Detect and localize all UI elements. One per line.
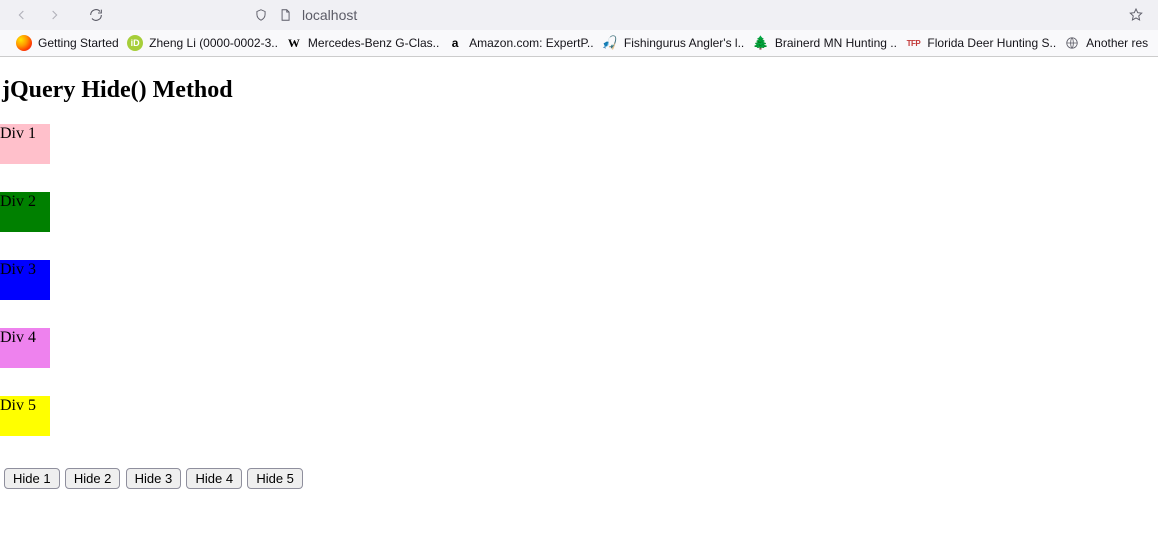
- forward-button[interactable]: [40, 3, 68, 27]
- url-text: localhost: [302, 7, 357, 23]
- bookmark-amazon[interactable]: a Amazon.com: ExpertP...: [439, 33, 594, 53]
- hide-2-button[interactable]: Hide 2: [65, 468, 121, 489]
- div-2: Div 2: [0, 192, 50, 232]
- hide-1-button[interactable]: Hide 1: [4, 468, 60, 489]
- hide-3-button[interactable]: Hide 3: [126, 468, 182, 489]
- globe-icon: [1064, 35, 1080, 51]
- div-4: Div 4: [0, 328, 50, 368]
- orcid-icon: iD: [127, 35, 143, 51]
- amazon-icon: a: [447, 35, 463, 51]
- bookmark-mercedes[interactable]: W Mercedes-Benz G-Clas...: [278, 33, 439, 53]
- page-content: jQuery Hide() Method Div 1 Div 2 Div 3 D…: [0, 77, 1158, 493]
- div-1: Div 1: [0, 124, 50, 164]
- tfp-icon: TFP: [905, 35, 921, 51]
- bookmark-label: Zheng Li (0000-0002-3...: [149, 36, 278, 50]
- bookmark-florida-deer[interactable]: TFP Florida Deer Hunting S...: [897, 33, 1056, 53]
- bookmark-brainerd[interactable]: 🌲 Brainerd MN Hunting ...: [745, 33, 898, 53]
- shield-icon: [254, 8, 268, 22]
- div-5: Div 5: [0, 396, 50, 436]
- bookmark-getting-started[interactable]: Getting Started: [8, 33, 119, 53]
- bookmark-label: Getting Started: [38, 36, 119, 50]
- refresh-button[interactable]: [82, 3, 110, 27]
- bookmark-label: Amazon.com: ExpertP...: [469, 36, 594, 50]
- back-button[interactable]: [8, 3, 36, 27]
- hide-5-button[interactable]: Hide 5: [247, 468, 303, 489]
- bookmark-label: Florida Deer Hunting S...: [927, 36, 1056, 50]
- arrow-left-icon: [14, 7, 30, 23]
- bookmarks-bar: Getting Started iD Zheng Li (0000-0002-3…: [0, 30, 1158, 56]
- bookmark-zheng-li[interactable]: iD Zheng Li (0000-0002-3...: [119, 33, 278, 53]
- bookmark-label: Mercedes-Benz G-Clas...: [308, 36, 439, 50]
- browser-chrome: localhost Getting Started iD Zheng Li (0…: [0, 0, 1158, 57]
- page-heading: jQuery Hide() Method: [0, 77, 1158, 104]
- button-row: Hide 1 Hide 2 Hide 3 Hide 4 Hide 5: [0, 464, 1158, 493]
- url-bar[interactable]: localhost: [254, 7, 357, 23]
- bookmark-star-button[interactable]: [1122, 3, 1150, 27]
- bookmark-another-res[interactable]: Another res: [1056, 33, 1150, 53]
- nav-bar: localhost: [0, 0, 1158, 30]
- page-icon: [278, 8, 292, 22]
- div-3: Div 3: [0, 260, 50, 300]
- bookmark-label: Fishingurus Angler's l...: [624, 36, 745, 50]
- hide-4-button[interactable]: Hide 4: [186, 468, 242, 489]
- tree-icon: 🌲: [753, 35, 769, 51]
- arrow-right-icon: [46, 7, 62, 23]
- bookmark-label: Brainerd MN Hunting ...: [775, 36, 898, 50]
- fishing-icon: 🎣: [602, 35, 618, 51]
- refresh-icon: [88, 7, 104, 23]
- bookmark-fishingurus[interactable]: 🎣 Fishingurus Angler's l...: [594, 33, 745, 53]
- bookmark-label: Another res: [1086, 36, 1148, 50]
- wikipedia-icon: W: [286, 35, 302, 51]
- star-icon: [1128, 7, 1144, 23]
- firefox-icon: [16, 35, 32, 51]
